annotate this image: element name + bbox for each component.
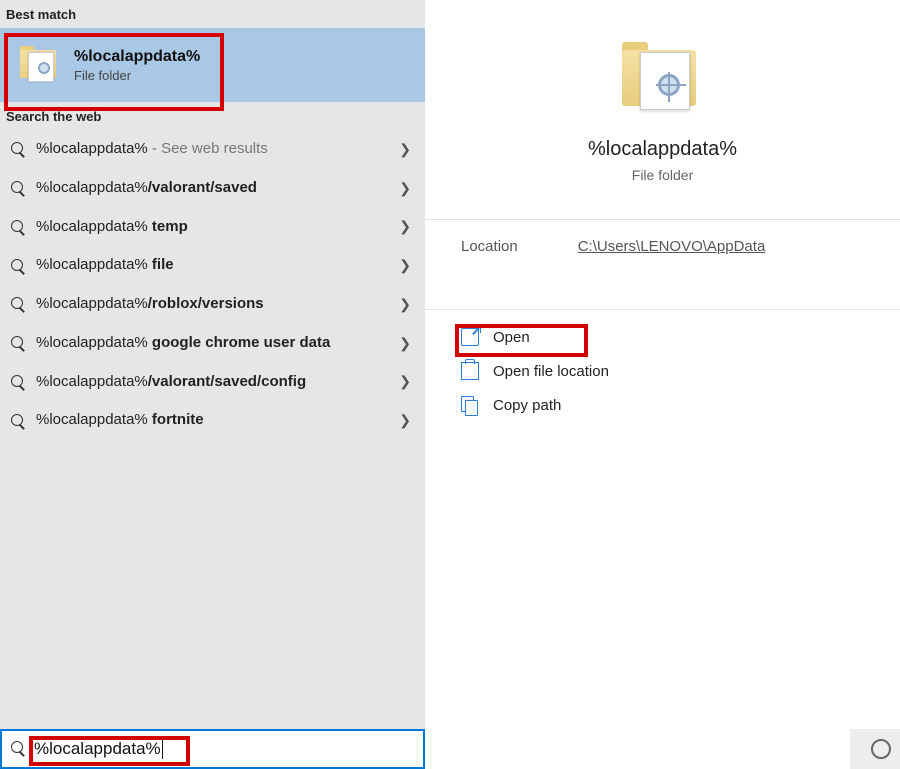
- chevron-right-icon: ❯: [399, 141, 411, 158]
- best-match-title: %localappdata%: [74, 48, 200, 66]
- folder-settings-icon: [618, 42, 708, 116]
- location-row: Location C:\Users\LENOVO\AppData: [425, 220, 900, 273]
- web-result[interactable]: %localappdata% fortnite ❯: [0, 401, 425, 440]
- search-icon: [10, 413, 26, 429]
- folder-icon: [461, 362, 479, 380]
- web-result[interactable]: %localappdata% file ❯: [0, 246, 425, 285]
- search-input[interactable]: %localappdata%: [0, 729, 425, 769]
- best-match-header: Best match: [0, 0, 425, 28]
- copy-path-label: Copy path: [493, 397, 561, 414]
- search-web-header: Search the web: [0, 102, 425, 130]
- open-icon: [461, 328, 479, 346]
- cortana-button[interactable]: [860, 733, 900, 765]
- open-file-location-action[interactable]: Open file location: [445, 354, 880, 388]
- web-results-list: %localappdata% - See web results ❯ %loca…: [0, 130, 425, 440]
- chevron-right-icon: ❯: [399, 335, 411, 352]
- copy-icon: [461, 396, 479, 414]
- text-caret: [162, 739, 163, 759]
- chevron-right-icon: ❯: [399, 296, 411, 313]
- windows-search-flyout: Best match %localappdata% File folder Se…: [0, 0, 900, 769]
- web-result[interactable]: %localappdata% google chrome user data ❯: [0, 324, 425, 363]
- details-panel: %localappdata% File folder Location C:\U…: [425, 0, 900, 769]
- search-input-value: %localappdata%: [34, 739, 163, 760]
- chevron-right-icon: ❯: [399, 180, 411, 197]
- details-subtitle: File folder: [632, 167, 693, 183]
- search-icon: [10, 740, 26, 758]
- best-match-subtitle: File folder: [74, 68, 200, 83]
- best-match-texts: %localappdata% File folder: [74, 48, 200, 83]
- open-location-label: Open file location: [493, 363, 609, 380]
- taskbar: W: [850, 729, 900, 769]
- cortana-icon: [871, 739, 891, 759]
- open-label: Open: [493, 329, 530, 346]
- web-result[interactable]: %localappdata%/roblox/versions ❯: [0, 285, 425, 324]
- chevron-right-icon: ❯: [399, 373, 411, 390]
- chevron-right-icon: ❯: [399, 257, 411, 274]
- folder-settings-icon: [20, 46, 62, 84]
- divider: [425, 309, 900, 310]
- search-icon: [10, 296, 26, 312]
- chevron-right-icon: ❯: [399, 412, 411, 429]
- search-icon: [10, 374, 26, 390]
- search-icon: [10, 141, 26, 157]
- search-icon: [10, 180, 26, 196]
- web-result[interactable]: %localappdata% temp ❯: [0, 208, 425, 247]
- copy-path-action[interactable]: Copy path: [445, 388, 880, 422]
- web-result[interactable]: %localappdata% - See web results ❯: [0, 130, 425, 169]
- chevron-right-icon: ❯: [399, 218, 411, 235]
- search-icon: [10, 335, 26, 351]
- web-result[interactable]: %localappdata%/valorant/saved/config ❯: [0, 363, 425, 402]
- results-panel: Best match %localappdata% File folder Se…: [0, 0, 425, 769]
- search-icon: [10, 258, 26, 274]
- best-match-result[interactable]: %localappdata% File folder: [0, 28, 425, 102]
- details-title: %localappdata%: [588, 138, 737, 161]
- web-result[interactable]: %localappdata%/valorant/saved ❯: [0, 169, 425, 208]
- open-action[interactable]: Open: [445, 320, 880, 354]
- location-label: Location: [461, 238, 518, 255]
- location-link[interactable]: C:\Users\LENOVO\AppData: [578, 238, 766, 255]
- search-icon: [10, 219, 26, 235]
